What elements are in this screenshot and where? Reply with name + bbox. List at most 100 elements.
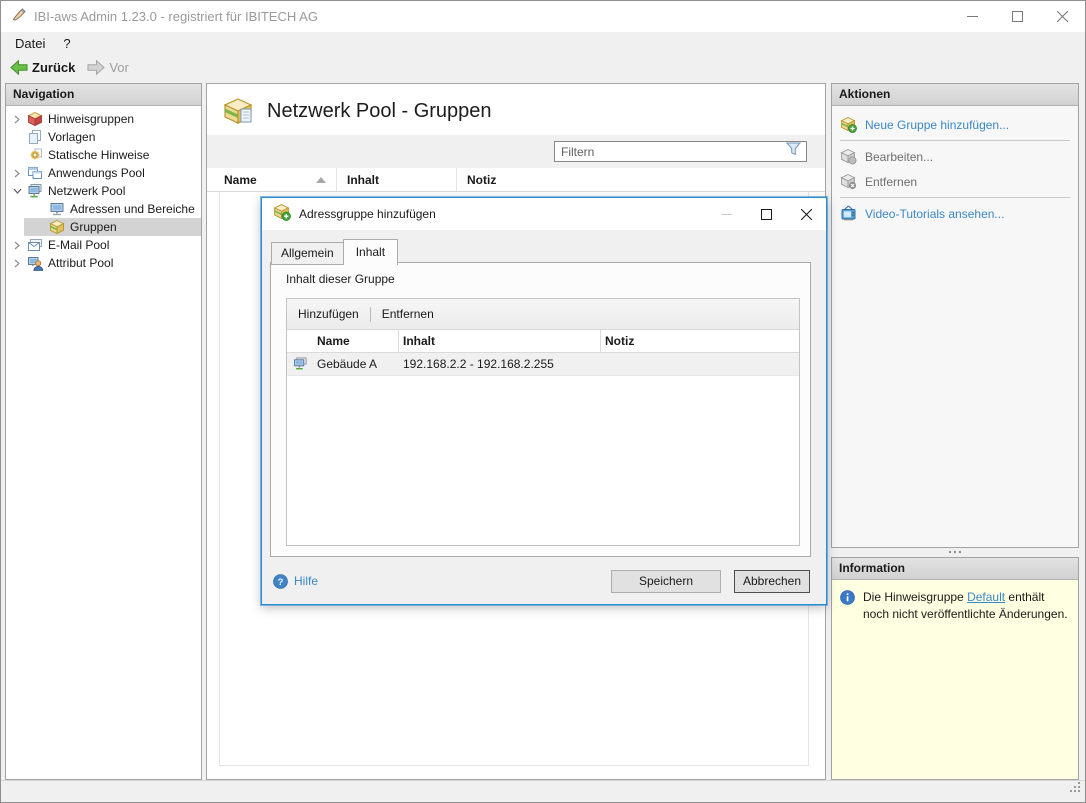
maximize-button[interactable]	[995, 1, 1040, 32]
dialog-minimize-button[interactable]	[706, 198, 746, 230]
back-arrow-icon	[10, 60, 28, 75]
group-content-list: Hinzufügen Entfernen Name Inhalt Notiz G…	[286, 298, 800, 546]
app-windows-icon	[27, 165, 43, 181]
navigation-panel: Navigation Hinweisgruppen Vorlagen Stati…	[5, 83, 202, 780]
sidebar-item-label: Adressen und Bereiche	[70, 202, 195, 216]
minimize-button[interactable]	[950, 1, 995, 32]
package-add-icon	[840, 116, 857, 133]
sidebar-item-label: Vorlagen	[48, 130, 95, 144]
action-label: Entfernen	[865, 175, 917, 189]
menu-datei[interactable]: Datei	[6, 32, 54, 55]
sidebar-item-label: Attribut Pool	[48, 256, 113, 270]
sidebar-item-hinweisgruppen[interactable]: Hinweisgruppen	[6, 110, 201, 128]
main-toolbar	[207, 135, 825, 168]
help-label: Hilfe	[294, 574, 318, 588]
nav-toolbar: Zurück Vor	[1, 55, 1085, 79]
app-window: IBI-aws Admin 1.23.0 - registriert für I…	[0, 0, 1086, 803]
filter-box	[554, 141, 807, 162]
sidebar-item-adressen-und-bereiche[interactable]: Adressen und Bereiche	[6, 200, 201, 218]
action-add-group[interactable]: Neue Gruppe hinzufügen...	[832, 112, 1078, 137]
sidebar-item-statische-hinweise[interactable]: Statische Hinweise	[6, 146, 201, 164]
sidebar-item-attribut-pool[interactable]: Attribut Pool	[6, 254, 201, 272]
sidebar-item-label: Hinweisgruppen	[48, 112, 134, 126]
package-edit-disabled-icon	[840, 148, 857, 165]
expander-collapsed-icon[interactable]	[10, 241, 24, 250]
column-header-name[interactable]: Name	[207, 168, 337, 191]
sidebar-item-netzwerk-pool[interactable]: Netzwerk Pool	[6, 182, 201, 200]
column-header-notiz[interactable]: Notiz	[457, 168, 825, 191]
sidebar-item-gruppen[interactable]: Gruppen	[6, 218, 201, 236]
tv-icon	[840, 205, 857, 222]
list-column-name[interactable]: Name	[313, 330, 399, 352]
remove-entry-button[interactable]: Entfernen	[371, 299, 445, 329]
splitter-grip[interactable]	[831, 546, 1079, 557]
table-row[interactable]: Gebäude A 192.168.2.2 - 192.168.2.255	[287, 353, 799, 376]
navigation-tree: Hinweisgruppen Vorlagen Statische Hinwei…	[6, 106, 201, 272]
package-remove-disabled-icon	[840, 173, 857, 190]
back-button[interactable]: Zurück	[4, 55, 81, 79]
filter-icon[interactable]	[786, 142, 801, 161]
page-title-icon	[224, 97, 255, 126]
filter-input[interactable]	[555, 145, 786, 159]
sidebar-item-anwendungs-pool[interactable]: Anwendungs Pool	[6, 164, 201, 182]
user-computer-icon	[27, 255, 43, 271]
dialog-footer: ? Hilfe Speichern Abbrechen	[262, 558, 826, 604]
sidebar-item-label: Netzwerk Pool	[48, 184, 125, 198]
expander-expanded-icon[interactable]	[10, 188, 24, 194]
info-icon	[840, 590, 855, 610]
svg-text:?: ?	[278, 577, 284, 588]
expander-collapsed-icon[interactable]	[10, 169, 24, 178]
sidebar-item-vorlagen[interactable]: Vorlagen	[6, 128, 201, 146]
menu-help[interactable]: ?	[54, 32, 79, 55]
sidebar-item-label: Anwendungs Pool	[48, 166, 145, 180]
help-link[interactable]: ? Hilfe	[273, 574, 611, 589]
actions-panel: Aktionen Neue Gruppe hinzufügen... Bearb…	[831, 83, 1079, 548]
row-name: Gebäude A	[313, 357, 399, 371]
address-range-icon	[293, 357, 308, 371]
row-inhalt: 192.168.2.2 - 192.168.2.255	[399, 357, 601, 371]
actions-header: Aktionen	[832, 84, 1078, 106]
forward-label: Vor	[109, 60, 129, 75]
dialog-maximize-button[interactable]	[746, 198, 786, 230]
dialog-close-button[interactable]	[786, 198, 826, 230]
network-monitor-icon	[27, 183, 43, 199]
column-header-inhalt[interactable]: Inhalt	[337, 168, 457, 191]
action-video-tutorials[interactable]: Video-Tutorials ansehen...	[832, 201, 1078, 226]
add-entry-button[interactable]: Hinzufügen	[287, 299, 370, 329]
close-button[interactable]	[1040, 1, 1085, 32]
action-label: Bearbeiten...	[865, 150, 933, 164]
resize-grip-icon[interactable]	[1068, 780, 1082, 799]
templates-icon	[27, 129, 43, 145]
sidebar-item-label: E-Mail Pool	[48, 238, 109, 252]
sidebar-item-email-pool[interactable]: E-Mail Pool	[6, 236, 201, 254]
title-bar: IBI-aws Admin 1.23.0 - registriert für I…	[1, 1, 1085, 32]
list-column-inhalt[interactable]: Inhalt	[399, 330, 601, 352]
sort-ascending-icon	[316, 177, 326, 183]
action-remove[interactable]: Entfernen	[832, 169, 1078, 194]
list-toolbar: Hinzufügen Entfernen	[287, 299, 799, 330]
dialog-title: Adressgruppe hinzufügen	[299, 207, 706, 221]
main-table-header: Name Inhalt Notiz	[207, 168, 825, 192]
separator	[840, 197, 1070, 198]
information-body: Die Hinweisgruppe Default enthält noch n…	[832, 580, 1078, 779]
navigation-header: Navigation	[6, 84, 201, 106]
monitor-icon	[49, 201, 65, 217]
content-group-label: Inhalt dieser Gruppe	[286, 272, 395, 286]
tab-inhalt[interactable]: Inhalt	[343, 239, 398, 265]
tab-allgemein[interactable]: Allgemein	[271, 242, 344, 265]
add-address-group-dialog: Adressgruppe hinzufügen Allgemein Inhalt…	[261, 197, 827, 605]
save-button[interactable]: Speichern	[611, 570, 721, 593]
action-edit[interactable]: Bearbeiten...	[832, 144, 1078, 169]
cancel-button[interactable]: Abbrechen	[734, 570, 810, 593]
menu-bar: Datei ?	[1, 32, 1085, 55]
expander-collapsed-icon[interactable]	[10, 115, 24, 124]
app-logo-icon	[11, 6, 27, 27]
forward-button[interactable]: Vor	[81, 55, 135, 79]
information-header: Information	[832, 558, 1078, 580]
expander-collapsed-icon[interactable]	[10, 259, 24, 268]
status-bar	[1, 780, 1085, 802]
information-panel: Information Die Hinweisgruppe Default en…	[831, 557, 1079, 780]
list-column-notiz[interactable]: Notiz	[601, 330, 799, 352]
default-group-link[interactable]: Default	[967, 590, 1005, 604]
info-text-before: Die Hinweisgruppe	[863, 590, 967, 604]
